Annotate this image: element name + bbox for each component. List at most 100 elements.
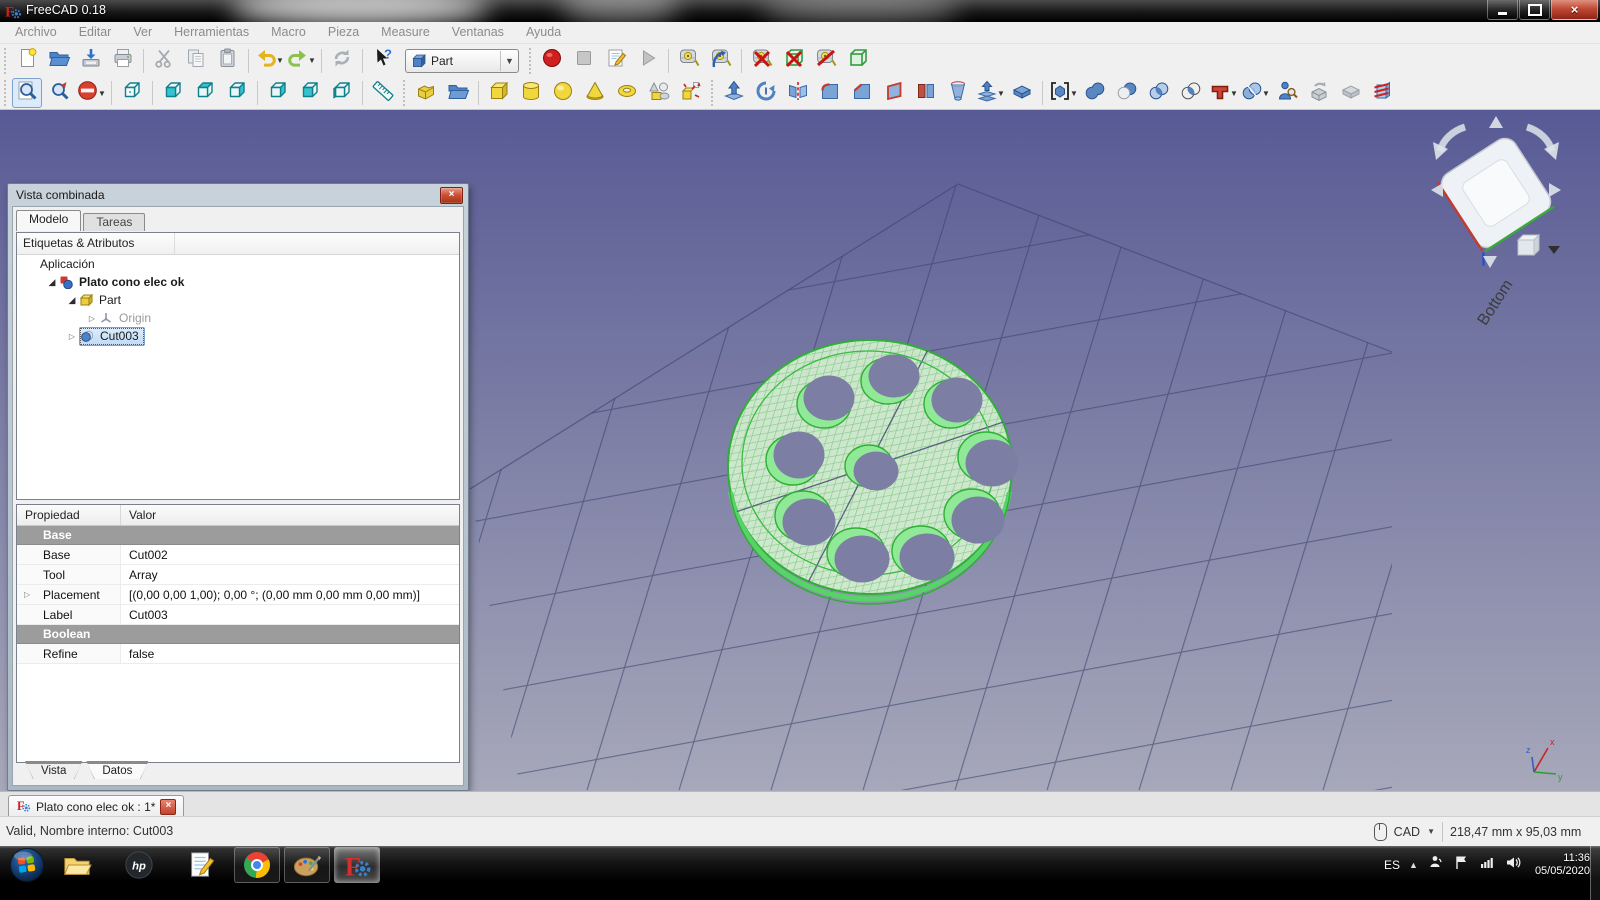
macro-stop-button[interactable]	[569, 46, 599, 76]
document-tab[interactable]: F Plato cono elec ok : 1* ×	[8, 795, 184, 818]
union-button[interactable]	[1080, 78, 1110, 108]
new-group-button[interactable]	[443, 78, 473, 108]
tree-expander-icon[interactable]: ▷	[65, 332, 79, 341]
draw-style-button[interactable]: ▼	[76, 78, 106, 108]
cross-sections-button[interactable]	[1368, 78, 1398, 108]
clock[interactable]: 11:36 05/05/2020	[1535, 852, 1590, 878]
close-button[interactable]: ×	[1551, 0, 1598, 20]
primitive-cylinder-button[interactable]	[516, 78, 546, 108]
save-document-button[interactable]	[76, 46, 106, 76]
measure-clear-all-button[interactable]	[747, 46, 777, 76]
nav-style-dropdown-icon[interactable]: ▼	[1427, 827, 1435, 836]
tree-item-plato-cono-elec-ok[interactable]: ◢Plato cono elec ok	[17, 273, 459, 291]
signal-bars-icon[interactable]	[1479, 854, 1496, 876]
workbench-selector[interactable]: Part▼	[405, 49, 519, 73]
thickness-button[interactable]	[1336, 78, 1366, 108]
model-tree[interactable]: Etiquetas & Atributos Aplicación◢Plato c…	[16, 232, 460, 500]
loft-button[interactable]	[943, 78, 973, 108]
view-axonometric-button[interactable]	[117, 78, 147, 108]
tree-item-part[interactable]: ◢Part	[17, 291, 459, 309]
property-row-refine[interactable]: Refinefalse	[17, 644, 459, 664]
refresh-button[interactable]	[327, 46, 357, 76]
language-indicator[interactable]: ES	[1384, 858, 1400, 872]
defeaturing-button[interactable]	[1304, 78, 1334, 108]
tree-item-origin[interactable]: ▷Origin	[17, 309, 459, 327]
view-left-button[interactable]	[327, 78, 357, 108]
print-button[interactable]	[108, 46, 138, 76]
macro-execute-button[interactable]	[633, 46, 663, 76]
cut-button[interactable]	[149, 46, 179, 76]
make-face-button[interactable]	[879, 78, 909, 108]
menu-macro[interactable]: Macro	[260, 22, 317, 43]
boolean-button[interactable]: ▼	[1048, 78, 1078, 108]
measure-toggle-dimensions-button[interactable]	[843, 46, 873, 76]
create-primitives-button[interactable]	[644, 78, 674, 108]
primitive-box-button[interactable]	[484, 78, 514, 108]
tree-expander-icon[interactable]: ◢	[65, 295, 79, 306]
shape-builder-button[interactable]	[676, 78, 706, 108]
property-expander-icon[interactable]: ▷	[24, 590, 30, 599]
check-geometry-button[interactable]	[1272, 78, 1302, 108]
tab-vista[interactable]: Vista	[25, 761, 82, 779]
menu-archivo[interactable]: Archivo	[4, 22, 68, 43]
menu-editar[interactable]: Editar	[68, 22, 123, 43]
paste-button[interactable]	[213, 46, 243, 76]
tree-item-aplicaci-n[interactable]: Aplicación	[17, 255, 459, 273]
property-row-tool[interactable]: ToolArray	[17, 565, 459, 585]
text-editor-taskbar-button[interactable]	[184, 848, 218, 882]
view-top-button[interactable]	[190, 78, 220, 108]
whats-this-button[interactable]: ?	[368, 46, 398, 76]
view-bottom-button[interactable]	[295, 78, 325, 108]
tab-tareas[interactable]: Tareas	[83, 213, 145, 231]
hp-app-taskbar-button[interactable]: hp	[122, 848, 156, 882]
view-rear-button[interactable]	[263, 78, 293, 108]
mirror-button[interactable]	[783, 78, 813, 108]
primitive-cone-button[interactable]	[580, 78, 610, 108]
toolbar-grip[interactable]	[710, 80, 715, 106]
fit-selection-button[interactable]	[44, 78, 74, 108]
toolbar-grip[interactable]	[528, 48, 533, 74]
view-front-button[interactable]	[158, 78, 188, 108]
property-row-label[interactable]: LabelCut003	[17, 605, 459, 625]
start-button[interactable]	[8, 846, 46, 884]
hidden-icons-chevron-icon[interactable]: ▲	[1409, 860, 1418, 870]
toolbar-grip[interactable]	[3, 48, 8, 74]
menu-pieza[interactable]: Pieza	[317, 22, 370, 43]
measure-distance-button[interactable]	[368, 78, 398, 108]
chrome-taskbar-button[interactable]	[234, 847, 280, 883]
new-document-button[interactable]	[12, 46, 42, 76]
fillet-button[interactable]	[815, 78, 845, 108]
network-status-icon[interactable]	[1427, 854, 1444, 876]
fit-all-button[interactable]	[12, 78, 42, 108]
view-right-button[interactable]	[222, 78, 252, 108]
tree-expander-icon[interactable]: ▷	[85, 314, 99, 323]
property-editor[interactable]: Propiedad Valor BaseBaseCut002ToolArray▷…	[16, 504, 460, 763]
intersection-button[interactable]	[1144, 78, 1174, 108]
freecad-taskbar-button[interactable]: F	[334, 847, 380, 883]
ruled-surface-button[interactable]	[911, 78, 941, 108]
offset-button[interactable]	[1007, 78, 1037, 108]
nav-style-selector[interactable]: CAD	[1394, 825, 1420, 839]
show-desktop-button[interactable]	[1590, 846, 1600, 900]
action-center-flag-icon[interactable]	[1453, 854, 1470, 876]
property-row-base[interactable]: BaseCut002	[17, 545, 459, 565]
section-button[interactable]	[1176, 78, 1206, 108]
tab-datos[interactable]: Datos	[86, 761, 148, 779]
macro-edit-button[interactable]	[601, 46, 631, 76]
property-row-placement[interactable]: ▷Placement[(0,00 0,00 1,00); 0,00 °; (0,…	[17, 585, 459, 605]
panel-close-button[interactable]: ×	[440, 187, 463, 204]
maximize-button[interactable]	[1519, 0, 1550, 20]
extrude-button[interactable]	[719, 78, 749, 108]
menu-ayuda[interactable]: Ayuda	[515, 22, 572, 43]
menu-measure[interactable]: Measure	[370, 22, 441, 43]
join-features-button[interactable]: ▼	[1208, 78, 1238, 108]
menu-ventanas[interactable]: Ventanas	[441, 22, 515, 43]
explorer-taskbar-button[interactable]	[60, 848, 94, 882]
primitive-sphere-button[interactable]	[548, 78, 578, 108]
split-features-button[interactable]: ▼	[1240, 78, 1270, 108]
toolbar-grip[interactable]	[402, 80, 407, 106]
measure-toggle-all-button[interactable]	[779, 46, 809, 76]
tab-modelo[interactable]: Modelo	[16, 210, 81, 231]
revolve-button[interactable]	[751, 78, 781, 108]
primitive-torus-button[interactable]	[612, 78, 642, 108]
